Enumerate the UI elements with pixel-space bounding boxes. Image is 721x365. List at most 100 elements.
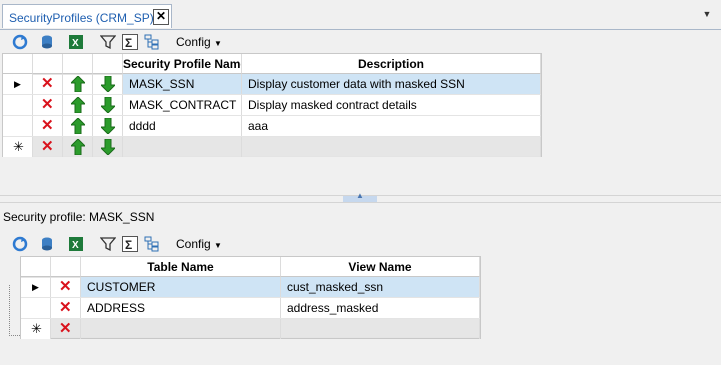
new-table-cell[interactable] [81, 319, 281, 339]
database-icon [42, 35, 52, 49]
column-header-description[interactable]: Description [242, 54, 541, 74]
export-excel-button[interactable]: X [66, 234, 86, 254]
new-description-cell[interactable] [242, 137, 541, 157]
database-icon [42, 237, 52, 251]
filter-icon [100, 237, 116, 252]
sum-button[interactable]: Σ [120, 32, 140, 52]
tab-label: SecurityProfiles (CRM_SP) [9, 11, 154, 25]
arrow-down-icon [101, 76, 115, 92]
table-name-cell[interactable]: CUSTOMER [81, 277, 281, 297]
table-row[interactable]: ▶ ✕ CUSTOMER cust_masked_ssn [21, 277, 480, 298]
down-header [93, 54, 123, 74]
tab-security-profiles[interactable]: SecurityProfiles (CRM_SP) ✕ [2, 4, 172, 28]
column-header-view-name[interactable]: View Name [281, 257, 480, 277]
move-down-button[interactable] [93, 137, 123, 157]
detail-title: Security profile: MASK_SSN [3, 210, 155, 224]
move-up-button[interactable] [63, 137, 93, 157]
chevron-down-icon: ▼ [214, 39, 222, 48]
security-profiles-grid: Security Profile Name Description ▶ ✕ MA… [2, 53, 542, 157]
config-menu[interactable]: Config ▼ [176, 237, 222, 251]
delete-icon: ✕ [41, 138, 54, 155]
filter-icon [100, 35, 116, 50]
export-excel-button[interactable]: X [66, 32, 86, 52]
config-menu[interactable]: Config ▼ [176, 35, 222, 49]
grid-header-row: Table Name View Name [21, 257, 480, 278]
new-view-cell[interactable] [281, 319, 480, 339]
new-row[interactable]: ✳ ✕ [21, 319, 480, 339]
sigma-icon: Σ [122, 34, 138, 50]
row-indicator: ▶ [21, 277, 51, 297]
delete-icon: ✕ [59, 299, 72, 316]
description-cell[interactable]: Display masked contract details [242, 95, 541, 115]
move-up-button[interactable] [63, 95, 93, 115]
description-cell[interactable]: aaa [242, 116, 541, 136]
arrow-down-icon [101, 139, 115, 155]
arrow-up-icon [71, 118, 85, 134]
asterisk-icon: ✳ [13, 139, 24, 154]
delete-row-button[interactable]: ✕ [33, 116, 63, 136]
new-row-indicator: ✳ [21, 319, 51, 339]
toolbar-bottom: X Σ Config ▼ [6, 233, 266, 255]
tree-view-button[interactable] [142, 32, 162, 52]
svg-text:Σ: Σ [125, 238, 132, 252]
arrow-down-icon [101, 118, 115, 134]
up-header [63, 54, 93, 74]
current-row-arrow-icon: ▶ [32, 282, 39, 292]
current-row-arrow-icon: ▶ [14, 79, 21, 89]
new-row-indicator: ✳ [3, 137, 33, 157]
move-down-button[interactable] [93, 74, 123, 94]
delete-row-button[interactable]: ✕ [33, 137, 63, 157]
column-header-table-name[interactable]: Table Name [81, 257, 281, 277]
profile-name-cell[interactable]: MASK_CONTRACT [123, 95, 242, 115]
sum-button[interactable]: Σ [120, 234, 140, 254]
profile-tables-grid: Table Name View Name ▶ ✕ CUSTOMER cust_m… [20, 256, 481, 339]
description-cell[interactable]: Display customer data with masked SSN [242, 74, 541, 94]
view-name-cell[interactable]: address_masked [281, 298, 480, 318]
move-down-button[interactable] [93, 95, 123, 115]
grid-header-row: Security Profile Name Description [3, 54, 541, 75]
delete-row-button[interactable]: ✕ [33, 95, 63, 115]
table-name-cell[interactable]: ADDRESS [81, 298, 281, 318]
svg-text:X: X [72, 240, 79, 251]
sigma-icon: Σ [122, 236, 138, 252]
arrow-up-icon [71, 139, 85, 155]
export-db-button[interactable] [38, 32, 58, 52]
new-name-cell[interactable] [123, 137, 242, 157]
delete-row-button[interactable]: ✕ [51, 277, 81, 297]
delete-icon: ✕ [41, 75, 54, 92]
delete-header [51, 257, 81, 277]
profile-name-cell[interactable]: MASK_SSN [123, 74, 242, 94]
config-label: Config [176, 35, 211, 49]
move-up-button[interactable] [63, 74, 93, 94]
filter-button[interactable] [98, 32, 118, 52]
delete-row-button[interactable]: ✕ [51, 319, 81, 339]
delete-row-button[interactable]: ✕ [33, 74, 63, 94]
move-up-button[interactable] [63, 116, 93, 136]
row-indicator: ▶ [3, 74, 33, 94]
refresh-button[interactable] [10, 234, 30, 254]
tab-list-dropdown-icon[interactable]: ▼ [699, 9, 715, 23]
column-header-name[interactable]: Security Profile Name [123, 54, 242, 74]
move-down-button[interactable] [93, 116, 123, 136]
filter-button[interactable] [98, 234, 118, 254]
row-indicator [3, 95, 33, 115]
toolbar-top: X Σ Config ▼ [6, 31, 266, 53]
splitter-grip-icon[interactable]: ▲ [343, 191, 377, 202]
close-tab-button[interactable]: ✕ [153, 9, 169, 25]
delete-icon: ✕ [41, 117, 54, 134]
arrow-up-icon [71, 97, 85, 113]
table-row[interactable]: ✕ MASK_CONTRACT Display masked contract … [3, 95, 541, 116]
table-row[interactable]: ✕ ADDRESS address_masked [21, 298, 480, 319]
delete-row-button[interactable]: ✕ [51, 298, 81, 318]
profile-name-cell[interactable]: dddd [123, 116, 242, 136]
svg-text:X: X [72, 38, 79, 49]
tree-guide-line [9, 285, 20, 336]
refresh-button[interactable] [10, 32, 30, 52]
view-name-cell[interactable]: cust_masked_ssn [281, 277, 480, 297]
tree-view-button[interactable] [142, 234, 162, 254]
export-db-button[interactable] [38, 234, 58, 254]
table-row[interactable]: ✕ dddd aaa [3, 116, 541, 137]
tree-icon [144, 34, 159, 50]
table-row[interactable]: ▶ ✕ MASK_SSN Display customer data with … [3, 74, 541, 95]
new-row[interactable]: ✳ ✕ [3, 137, 541, 157]
